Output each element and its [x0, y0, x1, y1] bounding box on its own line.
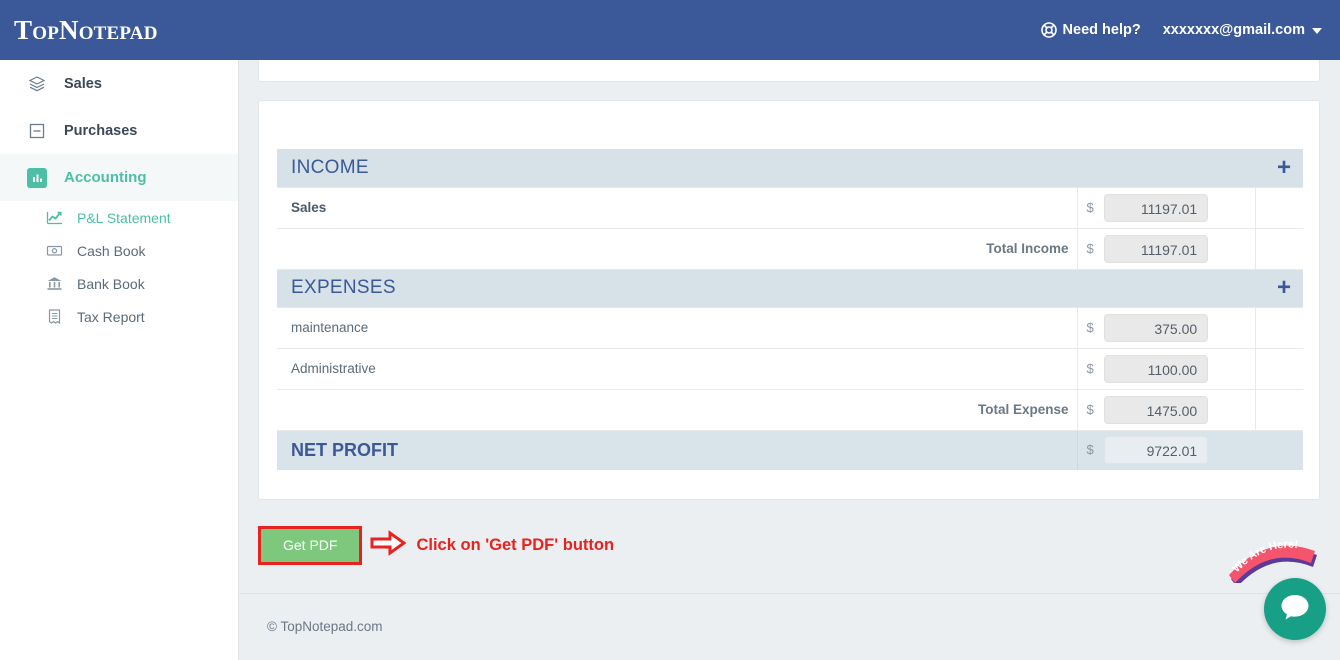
total-income-label: Total Income	[277, 227, 1077, 270]
get-pdf-action-group: Get PDF Click on 'Get PDF' button	[258, 526, 615, 566]
sidebar-item-pl-statement[interactable]: P&L Statement	[0, 201, 238, 234]
sidebar-item-sales[interactable]: Sales	[0, 60, 238, 107]
total-income-action-cell	[1254, 227, 1303, 270]
net-profit-row: NET PROFIT $ 9722.01	[277, 429, 1303, 470]
expense-row-action-cell[interactable]	[1254, 347, 1303, 390]
header-right-group: Need help? xxxxxxx@gmail.com	[1040, 22, 1322, 38]
app-logo[interactable]: TopNotepad	[14, 16, 158, 44]
sidebar-item-accounting-label: Accounting	[64, 169, 147, 186]
income-title-cell: INCOME	[277, 149, 1077, 187]
expense-row-label: maintenance	[277, 306, 1077, 349]
minus-square-icon	[26, 122, 48, 140]
income-row-amount-input[interactable]: 11197.01	[1104, 193, 1209, 222]
currency-symbol: $	[1086, 319, 1094, 335]
filter-card-partial	[258, 60, 1320, 82]
page-footer: © TopNotepad.com	[239, 593, 1340, 660]
sidebar-item-tax-report[interactable]: Tax Report	[0, 300, 238, 333]
sidebar-item-cash-book[interactable]: Cash Book	[0, 234, 238, 267]
sidebar-item-sales-label: Sales	[64, 75, 102, 92]
money-bill-icon	[44, 242, 64, 259]
line-chart-icon	[44, 209, 64, 226]
sidebar-item-purchases[interactable]: Purchases	[0, 107, 238, 154]
table-row: Sales $ 11197.01	[277, 186, 1303, 229]
caret-down-icon	[1312, 28, 1322, 34]
total-expense-row: Total Expense $ 1475.00	[277, 388, 1303, 431]
total-expense-amount-input[interactable]: 1475.00	[1104, 395, 1209, 424]
total-income-amount-cell: $ 11197.01	[1076, 227, 1255, 270]
sidebar-item-purchases-label: Purchases	[64, 122, 138, 139]
expense-row-amount-cell: $ 375.00	[1076, 306, 1255, 349]
expense-row-amount-input[interactable]: 1100.00	[1104, 354, 1209, 383]
net-profit-label: NET PROFIT	[277, 429, 1077, 470]
currency-symbol: $	[1086, 360, 1094, 376]
chat-bubble-icon	[1278, 590, 1312, 629]
currency-symbol: $	[1086, 401, 1094, 417]
main-content-area: INCOME + Sales $ 11197.01 Total Income $…	[239, 60, 1340, 660]
income-title: INCOME	[291, 156, 369, 178]
currency-symbol: $	[1086, 442, 1094, 458]
net-profit-action-cell	[1255, 429, 1303, 470]
expense-row-label: Administrative	[277, 347, 1077, 390]
expenses-section-header: EXPENSES +	[277, 269, 1303, 307]
table-row: maintenance $ 375.00	[277, 306, 1303, 349]
currency-symbol: $	[1086, 199, 1094, 215]
income-row-action-cell[interactable]	[1254, 186, 1303, 229]
expense-row-action-cell[interactable]	[1254, 306, 1303, 349]
profit-loss-table: INCOME + Sales $ 11197.01 Total Income $…	[277, 149, 1303, 470]
sidebar-item-bank-book[interactable]: Bank Book	[0, 267, 238, 300]
sidebar-item-cash-book-label: Cash Book	[77, 242, 146, 259]
top-header-bar: TopNotepad Need help? xxxxxxx@gmail.com	[0, 0, 1340, 60]
bar-chart-icon	[26, 167, 48, 188]
annotation-text: Click on 'Get PDF' button	[416, 536, 615, 555]
expense-row-amount-input[interactable]: 375.00	[1104, 313, 1209, 342]
expenses-title: EXPENSES	[291, 277, 396, 298]
pl-statement-card: INCOME + Sales $ 11197.01 Total Income $…	[258, 100, 1320, 500]
need-help-link[interactable]: Need help?	[1040, 22, 1141, 38]
expenses-spacer-cell	[1077, 269, 1255, 307]
get-pdf-highlight-box: Get PDF	[258, 526, 363, 566]
sidebar-item-accounting[interactable]: Accounting	[0, 154, 238, 201]
sidebar-item-bank-book-label: Bank Book	[77, 275, 145, 292]
net-profit-amount-cell: $ 9722.01	[1076, 429, 1255, 470]
currency-symbol: $	[1086, 240, 1094, 256]
total-income-row: Total Income $ 11197.01	[277, 227, 1303, 270]
user-account-menu[interactable]: xxxxxxx@gmail.com	[1163, 22, 1322, 38]
chat-we-are-here-banner[interactable]: We Are Here!	[1225, 533, 1321, 587]
arrow-right-icon	[370, 530, 408, 561]
total-expense-amount-cell: $ 1475.00	[1076, 388, 1255, 431]
income-spacer-cell	[1077, 149, 1255, 187]
user-email-label: xxxxxxx@gmail.com	[1162, 22, 1305, 38]
table-row: Administrative $ 1100.00	[277, 347, 1303, 390]
income-add-cell: +	[1255, 149, 1303, 187]
footer-copyright: © TopNotepad.com	[267, 619, 383, 634]
chat-widget-button[interactable]	[1264, 578, 1326, 640]
sidebar-item-tax-report-label: Tax Report	[77, 308, 145, 325]
expenses-title-cell: EXPENSES	[277, 269, 1077, 307]
sidebar-navigation: Sales Purchases Accounting P&L Statement…	[0, 60, 239, 660]
layers-icon	[26, 75, 48, 93]
total-expense-action-cell	[1254, 388, 1303, 431]
total-income-amount-input[interactable]: 11197.01	[1104, 234, 1209, 263]
income-row-label: Sales	[277, 186, 1077, 229]
receipt-icon	[44, 308, 64, 325]
plus-icon[interactable]: +	[1277, 154, 1291, 181]
lifebuoy-icon	[1040, 22, 1057, 38]
income-row-amount-cell: $ 11197.01	[1076, 186, 1255, 229]
net-profit-amount-input[interactable]: 9722.01	[1104, 436, 1209, 465]
sidebar-item-pl-statement-label: P&L Statement	[77, 209, 171, 226]
plus-icon[interactable]: +	[1277, 274, 1291, 301]
expenses-add-cell: +	[1255, 269, 1303, 307]
need-help-label: Need help?	[1062, 22, 1141, 38]
bank-icon	[44, 275, 64, 292]
expense-row-amount-cell: $ 1100.00	[1076, 347, 1255, 390]
get-pdf-button[interactable]: Get PDF	[261, 529, 360, 563]
total-expense-label: Total Expense	[277, 388, 1077, 431]
income-section-header: INCOME +	[277, 149, 1303, 187]
